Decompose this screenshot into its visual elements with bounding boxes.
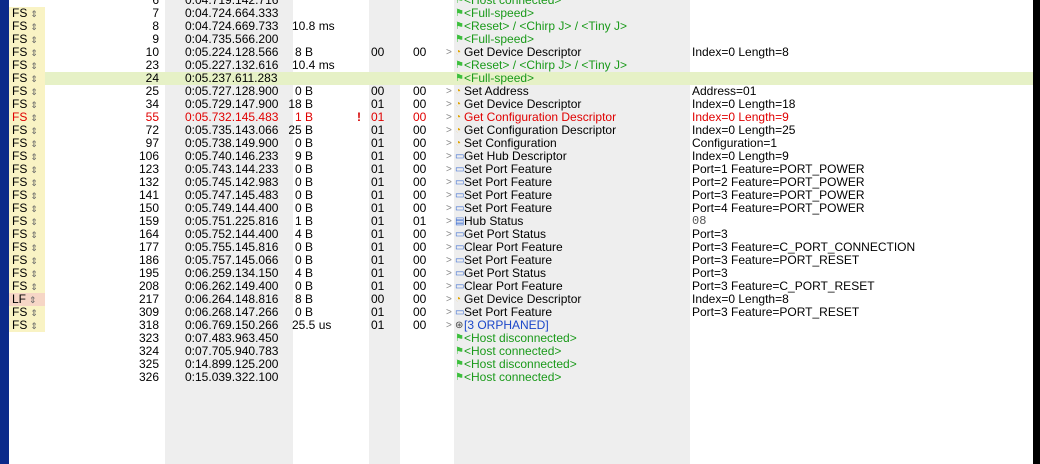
- speed-toggle-icon[interactable]: ⇕: [30, 152, 38, 162]
- record-index: 7: [152, 6, 159, 20]
- duration: 10.4 ms: [292, 58, 335, 72]
- speed-toggle-icon[interactable]: ⇕: [29, 295, 37, 305]
- speed-toggle-icon[interactable]: ⇕: [30, 87, 38, 97]
- speed-toggle-icon[interactable]: ⇕: [30, 204, 38, 214]
- speed-toggle-icon[interactable]: ⇕: [30, 178, 38, 188]
- speed-toggle-icon[interactable]: ⇕: [30, 139, 38, 149]
- speed-toggle-icon[interactable]: ⇕: [30, 269, 38, 279]
- details: Index=0 Length=8: [692, 45, 789, 59]
- window-left-edge: [0, 0, 9, 464]
- speed-toggle-icon[interactable]: ⇕: [30, 256, 38, 266]
- table-row[interactable]: 326 0:15.039.322.100 ⚑ <Host connected>: [9, 371, 1033, 384]
- details: Port=3 Feature=PORT_RESET: [692, 305, 860, 319]
- endpoint: 00: [413, 45, 427, 59]
- record-index: 55: [145, 110, 159, 124]
- speed-toggle-icon[interactable]: ⇕: [30, 35, 38, 45]
- window-right-edge: [1033, 0, 1040, 464]
- speed-toggle-icon[interactable]: ⇕: [30, 126, 38, 136]
- timestamp: 0:15.039.322.100: [185, 370, 279, 384]
- error-marker: !: [357, 110, 361, 124]
- speed-label: FS: [12, 318, 28, 332]
- speed-toggle-icon[interactable]: ⇕: [30, 113, 38, 123]
- description: <Host connected>: [464, 370, 562, 384]
- duration: 10.8 ms: [292, 19, 335, 33]
- record-index: 8: [152, 19, 159, 33]
- speed-toggle-icon[interactable]: ⇕: [30, 230, 38, 240]
- speed-cell: [9, 371, 45, 384]
- speed-toggle-icon[interactable]: ⇕: [30, 100, 38, 110]
- record-index: 25: [145, 84, 159, 98]
- speed-toggle-icon[interactable]: ⇕: [30, 308, 38, 318]
- duration: 25.5 us: [292, 318, 332, 332]
- record-index: 34: [145, 97, 159, 111]
- details: 08: [692, 214, 707, 228]
- record-index: 10: [145, 45, 159, 59]
- endpoint: 00: [413, 318, 427, 332]
- transaction-list-panel[interactable]: 6 0:04.719.142.716 ⚑ <Host connected> FS ⇕ 7 0:…: [9, 0, 1033, 464]
- speed-toggle-icon[interactable]: ⇕: [30, 191, 38, 201]
- device-address: 01: [371, 318, 385, 332]
- details: Port=3 Feature=PORT_RESET: [692, 253, 860, 267]
- record-index: 72: [145, 123, 159, 137]
- record-index: 23: [145, 58, 159, 72]
- record-index: 24: [145, 71, 159, 85]
- speed-toggle-icon[interactable]: ⇕: [30, 321, 38, 331]
- speed-toggle-icon[interactable]: ⇕: [30, 22, 38, 32]
- speed-toggle-icon[interactable]: ⇕: [30, 48, 38, 58]
- device-address: 00: [371, 45, 385, 59]
- transaction-rows: 6 0:04.719.142.716 ⚑ <Host connected> FS ⇕ 7 0:…: [9, 0, 1033, 384]
- speed-cell: [9, 345, 45, 358]
- speed-cell: [9, 358, 45, 371]
- speed-cell: FS ⇕: [9, 319, 45, 332]
- record-index: 9: [152, 32, 159, 46]
- speed-cell: [9, 332, 45, 345]
- speed-toggle-icon[interactable]: ⇕: [30, 9, 38, 19]
- speed-toggle-icon[interactable]: ⇕: [30, 61, 38, 71]
- record-index: 6: [152, 0, 159, 7]
- record-index: 326: [138, 370, 159, 384]
- speed-toggle-icon[interactable]: ⇕: [30, 74, 38, 84]
- capture-window: 6 0:04.719.142.716 ⚑ <Host connected> FS ⇕ 7 0:…: [0, 0, 1040, 464]
- speed-toggle-icon[interactable]: ⇕: [30, 243, 38, 253]
- details: Port=4 Feature=PORT_POWER: [692, 201, 865, 215]
- speed-toggle-icon[interactable]: ⇕: [30, 282, 38, 292]
- speed-toggle-icon[interactable]: ⇕: [30, 165, 38, 175]
- speed-toggle-icon[interactable]: ⇕: [30, 217, 38, 227]
